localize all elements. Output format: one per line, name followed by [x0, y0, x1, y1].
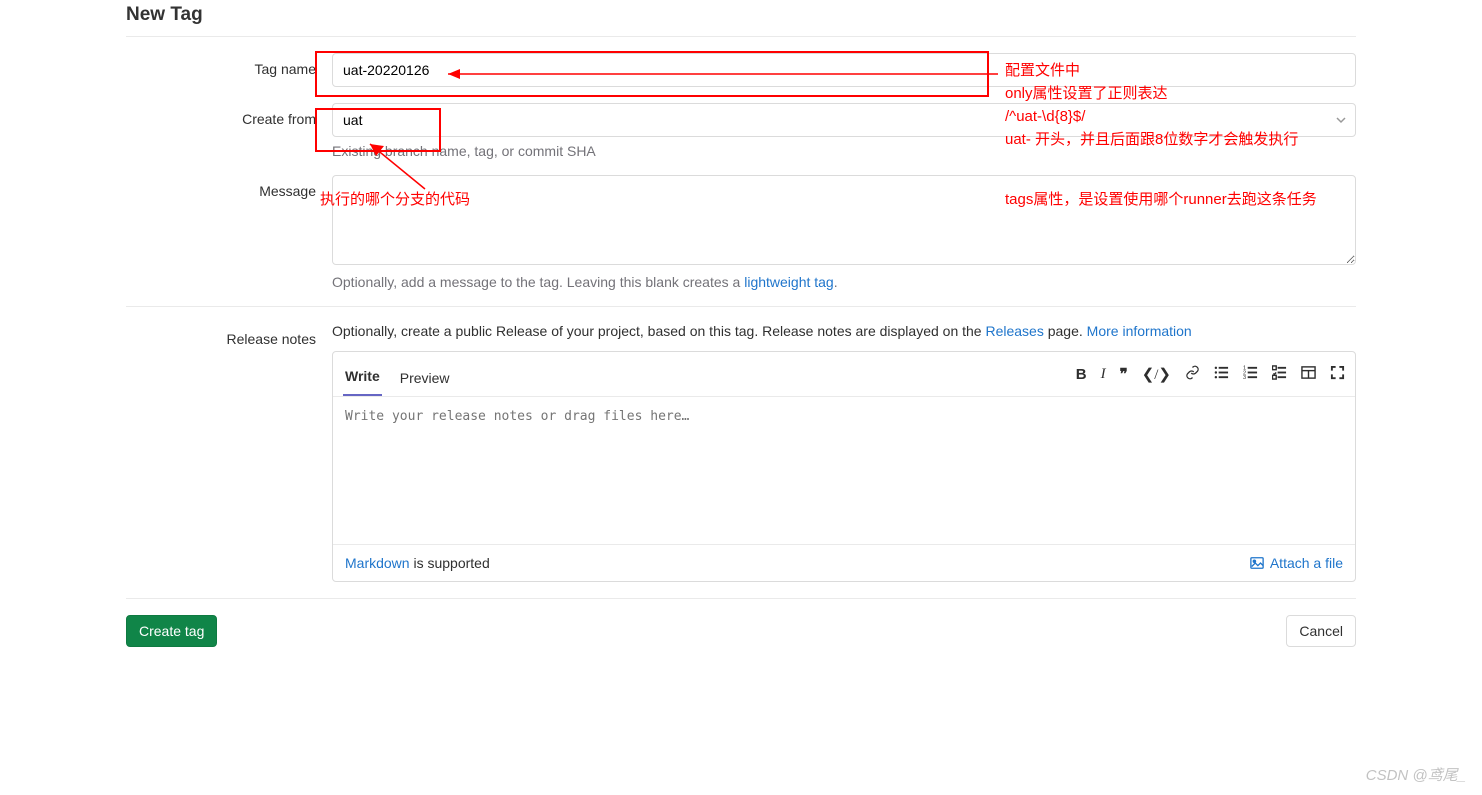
code-icon[interactable]: ❮/❯ — [1142, 365, 1171, 384]
svg-text:3: 3 — [1243, 375, 1246, 380]
release-desc-pre: Optionally, create a public Release of y… — [332, 323, 985, 339]
markdown-text: is supported — [410, 555, 490, 571]
label-message: Message — [126, 175, 332, 290]
task-list-icon[interactable] — [1272, 365, 1287, 383]
page-title: New Tag — [126, 4, 1356, 26]
tab-preview[interactable]: Preview — [398, 358, 452, 396]
markdown-link[interactable]: Markdown — [345, 555, 410, 571]
create-from-help: Existing branch name, tag, or commit SHA — [332, 143, 1356, 159]
image-icon — [1250, 556, 1264, 570]
tab-write[interactable]: Write — [343, 356, 382, 396]
cancel-button[interactable]: Cancel — [1286, 615, 1356, 647]
table-icon[interactable] — [1301, 365, 1316, 383]
watermark: CSDN @鸢尾_ — [1366, 764, 1466, 785]
editor-toolbar: B I ❞ ❮/❯ 123 — [1076, 365, 1345, 384]
editor-footer: Markdown is supported Attach a file — [333, 544, 1355, 581]
release-desc-mid: page. — [1044, 323, 1087, 339]
row-release-notes: Release notes Optionally, create a publi… — [126, 323, 1356, 582]
message-textarea[interactable] — [332, 175, 1356, 265]
italic-icon[interactable]: I — [1101, 366, 1106, 383]
field-tag-name — [332, 53, 1356, 87]
field-message: Optionally, add a message to the tag. Le… — [332, 175, 1356, 290]
bold-icon[interactable]: B — [1076, 366, 1087, 383]
bullet-list-icon[interactable] — [1214, 365, 1229, 383]
create-from-input[interactable] — [332, 103, 1356, 137]
row-message: Message Optionally, add a message to the… — [126, 175, 1356, 290]
more-info-link[interactable]: More information — [1087, 323, 1192, 339]
field-release-notes: Optionally, create a public Release of y… — [332, 323, 1356, 582]
field-create-from: Existing branch name, tag, or commit SHA — [332, 103, 1356, 159]
lightweight-tag-link[interactable]: lightweight tag — [744, 274, 834, 290]
fullscreen-icon[interactable] — [1330, 365, 1345, 383]
attach-file-button[interactable]: Attach a file — [1250, 555, 1343, 571]
label-release-notes: Release notes — [126, 323, 332, 582]
separator — [126, 36, 1356, 37]
release-description: Optionally, create a public Release of y… — [332, 323, 1356, 339]
page-container: New Tag Tag name Create from Existing br… — [110, 4, 1372, 687]
editor-tabs: Write Preview — [343, 352, 452, 396]
markdown-support: Markdown is supported — [345, 555, 490, 571]
row-tag-name: Tag name — [126, 53, 1356, 87]
release-notes-textarea[interactable] — [343, 407, 1349, 531]
attach-file-label: Attach a file — [1270, 555, 1343, 571]
releases-link[interactable]: Releases — [985, 323, 1043, 339]
editor-body — [333, 397, 1355, 544]
separator — [126, 306, 1356, 307]
tag-name-input[interactable] — [332, 53, 1356, 87]
message-help-post: . — [834, 274, 838, 290]
link-icon[interactable] — [1185, 365, 1200, 383]
create-from-wrapper — [332, 103, 1356, 137]
editor-header: Write Preview B I ❞ ❮/❯ 123 — [333, 352, 1355, 397]
markdown-editor: Write Preview B I ❞ ❮/❯ 123 — [332, 351, 1356, 582]
message-help-pre: Optionally, add a message to the tag. Le… — [332, 274, 744, 290]
form-actions: Create tag Cancel — [126, 599, 1356, 687]
row-create-from: Create from Existing branch name, tag, o… — [126, 103, 1356, 159]
message-help: Optionally, add a message to the tag. Le… — [332, 274, 1356, 290]
quote-icon[interactable]: ❞ — [1120, 365, 1128, 383]
label-create-from: Create from — [126, 103, 332, 159]
create-tag-button[interactable]: Create tag — [126, 615, 217, 647]
numbered-list-icon[interactable]: 123 — [1243, 365, 1258, 383]
label-tag-name: Tag name — [126, 53, 332, 87]
new-tag-form: Tag name Create from Existing branch nam… — [126, 53, 1356, 687]
